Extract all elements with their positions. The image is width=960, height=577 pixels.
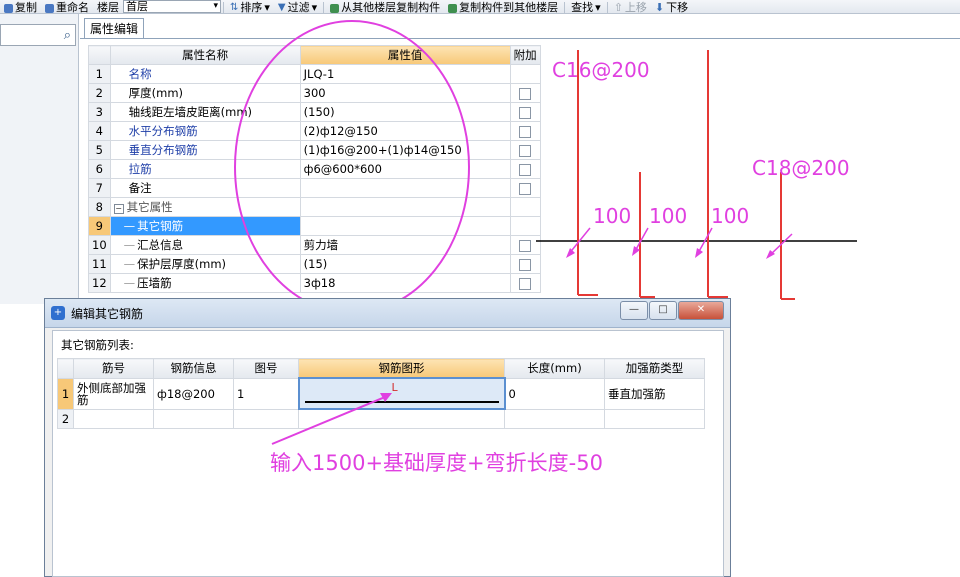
instruction-arrow-overlay bbox=[271, 393, 392, 445]
instruction-arrow bbox=[271, 396, 386, 445]
annotation-instruction: 输入1500+基础厚度+弯折长度-50 bbox=[270, 451, 603, 475]
